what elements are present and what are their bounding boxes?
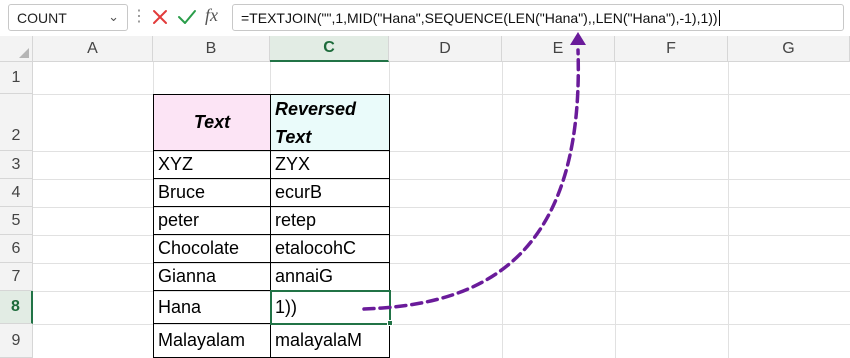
column-header-b[interactable]: B [153,36,270,62]
column-header-f[interactable]: F [615,36,728,62]
cell-b8[interactable]: Hana [154,291,271,324]
column-header-g[interactable]: G [728,36,850,62]
select-all-triangle-icon [19,48,29,58]
column-header-d[interactable]: D [389,36,502,62]
gridline [502,62,503,358]
cell-c8-editing[interactable]: 1)) [270,290,391,325]
cell-c3[interactable]: ZYX [271,151,390,179]
vertical-dots-icon[interactable]: ⋮ [131,9,147,25]
table-top-border [153,94,390,95]
cell-c7[interactable]: annaiG [271,263,390,291]
cell-c9[interactable]: malayalaM [271,324,390,358]
header-reversed-line2: Text [275,126,312,147]
select-all-corner[interactable] [0,36,33,62]
column-header-c[interactable]: C [270,36,389,62]
formula-input[interactable]: =TEXTJOIN("",1,MID("Hana",SEQUENCE(LEN("… [232,4,844,31]
fx-icon[interactable]: fx [205,5,218,26]
cell-c6[interactable]: etalocohC [271,235,390,263]
cell-b3[interactable]: XYZ [154,151,271,179]
header-text-label: Text [193,112,231,132]
cell-b2-header-text[interactable]: Text [154,95,271,151]
check-icon[interactable] [176,6,198,28]
row-header-6[interactable]: 6 [0,235,33,263]
formula-bar: COUNT ⌄ ⋮ fx =TEXTJOIN("",1,MID("Hana",S… [0,0,850,36]
header-reversed-line1: Reversed [275,98,357,119]
cell-b5[interactable]: peter [154,207,271,235]
cell-c2-header-reversed[interactable]: Reversed Text [271,95,390,151]
cell-c5[interactable]: retep [271,207,390,235]
name-box-value: COUNT [17,10,67,26]
cell-b7[interactable]: Gianna [154,263,271,291]
text-cursor [718,10,720,26]
fill-handle[interactable] [387,320,393,326]
x-icon[interactable] [149,6,171,28]
row-header-4[interactable]: 4 [0,179,33,207]
row-header-1[interactable]: 1 [0,62,33,94]
name-box[interactable]: COUNT ⌄ [8,4,128,31]
row-header-2[interactable]: 2 [0,94,33,151]
cell-b4[interactable]: Bruce [154,179,271,207]
row-header-5[interactable]: 5 [0,207,33,235]
row-header-3[interactable]: 3 [0,151,33,179]
row-header-8[interactable]: 8 [0,291,33,324]
gridline [615,62,616,358]
column-header-e[interactable]: E [502,36,615,62]
row-header-9[interactable]: 9 [0,324,33,358]
gridline [728,62,729,358]
row-header-7[interactable]: 7 [0,263,33,291]
cell-b6[interactable]: Chocolate [154,235,271,263]
column-header-a[interactable]: A [33,36,153,62]
worksheet-grid[interactable]: A B C D E F G 1 2 3 4 5 6 7 8 9 Text Rev… [0,36,850,358]
chevron-down-icon[interactable]: ⌄ [108,9,119,25]
table-left-border [153,94,154,358]
cell-b9[interactable]: Malayalam [154,324,271,358]
formula-text: =TEXTJOIN("",1,MID("Hana",SEQUENCE(LEN("… [241,10,718,26]
cell-c4[interactable]: ecurB [271,179,390,207]
